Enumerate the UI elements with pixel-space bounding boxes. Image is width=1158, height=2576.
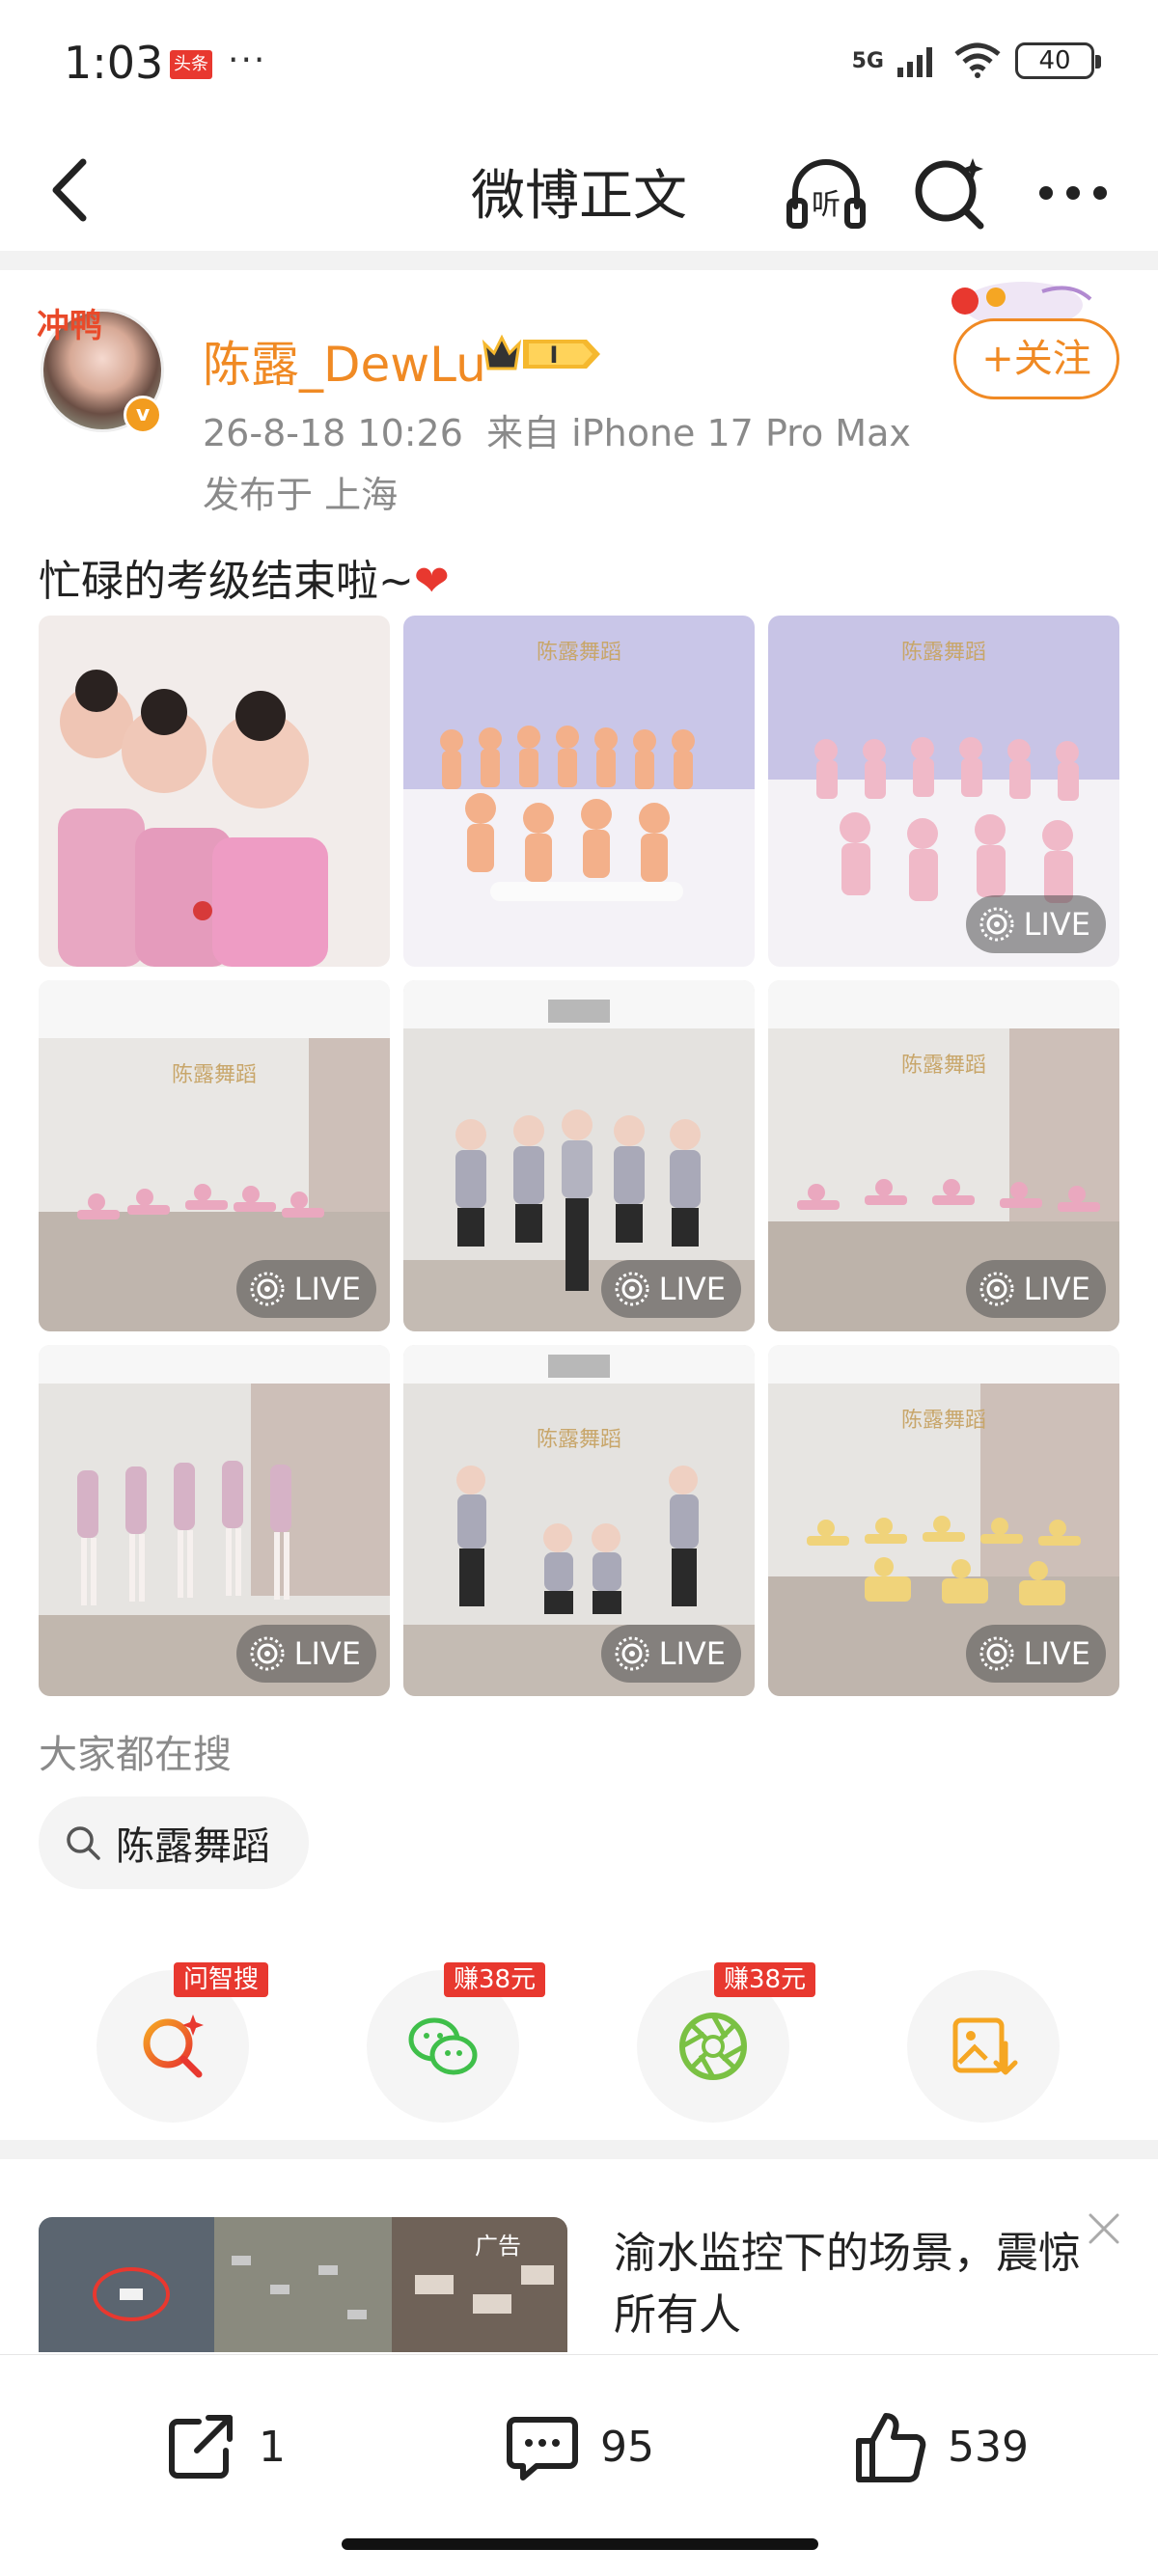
live-badge[interactable]: LIVE	[600, 1260, 741, 1318]
live-badge[interactable]: LIVE	[965, 1260, 1106, 1318]
nav-bar: 微博正文 听	[0, 125, 1158, 251]
photo-group-seated	[403, 616, 755, 967]
post-location: 发布于 上海	[203, 474, 399, 516]
like-count: 539	[948, 2422, 1029, 2472]
svg-text:听: 听	[812, 188, 841, 222]
signal-icon	[897, 47, 932, 77]
photo-portrait	[39, 616, 390, 967]
comment-count: 95	[600, 2422, 654, 2472]
live-photo-icon	[979, 907, 1014, 942]
live-label: LIVE	[1023, 906, 1090, 943]
section-divider	[0, 2140, 1158, 2159]
post-image-4[interactable]: 陈露舞蹈 LIVE	[39, 980, 390, 1331]
status-bar: 1:03 头条 ··· 5G 40	[0, 0, 1158, 125]
post-image-2[interactable]: 陈露舞蹈	[403, 616, 755, 967]
thumbs-up-icon	[856, 2413, 926, 2482]
search-suggest-heading: 大家都在搜	[39, 1733, 232, 1777]
share-moments-button[interactable]: 赚38元	[637, 1962, 816, 2123]
status-indicators: 5G 40	[851, 42, 1101, 79]
heart-emoji: ❤	[413, 557, 450, 606]
post-image-8[interactable]: 陈露舞蹈 LIVE	[403, 1345, 755, 1696]
post-image-7[interactable]: LIVE	[39, 1345, 390, 1696]
bottom-action-bar: 1 95 539	[0, 2354, 1158, 2576]
post-text: 忙碌的考级结束啦~❤	[39, 546, 450, 608]
post-image-grid: 陈露舞蹈 陈露舞蹈 LIVE 陈露舞蹈 LIVE LIVE 陈露舞蹈 LIVE …	[39, 616, 1119, 1696]
post-timestamp-source: 26-8-18 10:26 来自 iPhone 17 Pro Max	[203, 403, 911, 456]
watermark: 陈露舞蹈	[536, 1428, 621, 1452]
post-image-5[interactable]: LIVE	[403, 980, 755, 1331]
live-photo-icon	[615, 1272, 649, 1306]
share-tag: 问智搜	[174, 1962, 269, 1997]
status-time: 1:03	[64, 37, 164, 89]
network-label: 5G	[851, 48, 884, 73]
live-label: LIVE	[1023, 1271, 1090, 1307]
live-label: LIVE	[293, 1635, 361, 1672]
repost-count: 1	[259, 2422, 286, 2472]
post-source: 来自 iPhone 17 Pro Max	[486, 412, 911, 454]
wechat-icon	[408, 2017, 478, 2075]
live-badge[interactable]: LIVE	[235, 1260, 376, 1318]
search-suggest-label: 陈露舞蹈	[116, 1824, 270, 1869]
live-label: LIVE	[658, 1271, 726, 1307]
avatar-decoration-text: 冲鸭	[37, 307, 102, 345]
live-photo-icon	[615, 1636, 649, 1671]
home-indicator[interactable]	[342, 2538, 818, 2550]
post-timestamp: 26-8-18 10:26	[203, 412, 463, 454]
post-image-1[interactable]	[39, 616, 390, 967]
moments-icon	[679, 2013, 747, 2080]
wifi-icon	[954, 42, 1001, 78]
svg-text:I: I	[550, 342, 559, 369]
share-tag: 赚38元	[444, 1962, 546, 1997]
live-label: LIVE	[1023, 1635, 1090, 1672]
watermark: 陈露舞蹈	[171, 1063, 257, 1087]
live-photo-icon	[250, 1636, 285, 1671]
watermark: 陈露舞蹈	[900, 641, 986, 665]
like-button[interactable]: 539	[849, 2403, 1029, 2490]
watermark: 陈露舞蹈	[900, 1054, 986, 1078]
live-label: LIVE	[658, 1635, 726, 1672]
ad-title[interactable]: 渝水监控下的场景，震惊所有人	[614, 2223, 1096, 2358]
comment-button[interactable]: 95	[502, 2403, 654, 2490]
search-icon[interactable]	[903, 147, 996, 239]
watermark: 陈露舞蹈	[900, 1409, 986, 1433]
live-badge[interactable]: LIVE	[235, 1625, 376, 1683]
close-icon[interactable]	[1083, 2207, 1125, 2250]
post-image-9[interactable]: 陈露舞蹈 LIVE	[768, 1345, 1119, 1696]
share-wechat-button[interactable]: 赚38元	[367, 1962, 546, 2123]
post-text-content: 忙碌的考级结束啦~	[39, 557, 414, 606]
search-suggest-chip[interactable]: 陈露舞蹈	[39, 1796, 309, 1889]
live-badge[interactable]: LIVE	[965, 1625, 1106, 1683]
comment-icon	[507, 2417, 578, 2480]
section-divider	[0, 251, 1158, 270]
live-photo-icon	[250, 1272, 285, 1306]
save-image-button[interactable]	[907, 1970, 1060, 2123]
watermark: 陈露舞蹈	[536, 641, 621, 665]
share-tag: 赚38元	[714, 1962, 816, 1997]
repost-icon	[169, 2415, 233, 2479]
share-ai-search-button[interactable]: 问智搜	[96, 1962, 269, 2123]
battery-icon: 40	[1015, 42, 1101, 79]
author-name[interactable]: 陈露_DewLu	[203, 326, 486, 396]
follow-button[interactable]: +关注	[953, 318, 1119, 399]
ai-search-icon	[143, 2014, 204, 2078]
listen-icon[interactable]: 听	[780, 147, 872, 239]
verified-icon: v	[124, 396, 162, 434]
share-row: 问智搜 赚38元 赚38元	[96, 1947, 1062, 2123]
live-photo-icon	[979, 1272, 1014, 1306]
app-badge-icon: 头条	[170, 50, 212, 79]
status-more-icon: ···	[228, 41, 267, 80]
ad-label: 广告	[475, 2233, 521, 2260]
post-image-3[interactable]: 陈露舞蹈 LIVE	[768, 616, 1119, 967]
live-badge[interactable]: LIVE	[965, 895, 1106, 953]
save-image-icon	[952, 2017, 1018, 2075]
vip-crown-icon[interactable]: I	[481, 330, 606, 378]
more-icon[interactable]	[1027, 147, 1119, 239]
search-icon	[67, 1826, 100, 1860]
author-avatar[interactable]: 冲鸭 v	[35, 299, 170, 444]
repost-button[interactable]: 1	[160, 2403, 286, 2490]
live-photo-icon	[979, 1636, 1014, 1671]
live-badge[interactable]: LIVE	[600, 1625, 741, 1683]
post-image-6[interactable]: 陈露舞蹈 LIVE	[768, 980, 1119, 1331]
live-label: LIVE	[293, 1271, 361, 1307]
